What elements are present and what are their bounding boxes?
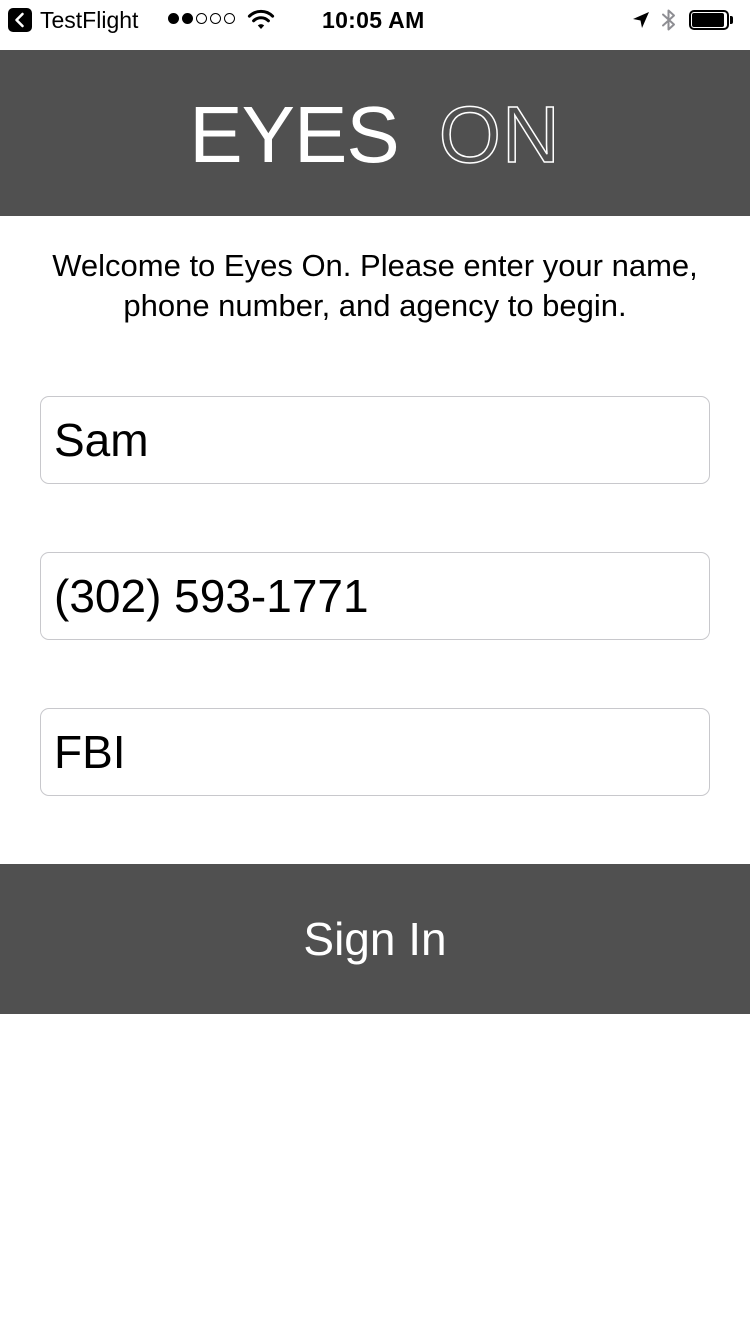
battery-icon xyxy=(689,10,735,30)
welcome-line-2: phone number, and agency to begin. xyxy=(123,288,627,323)
welcome-line-1: Welcome to Eyes On. Please enter your na… xyxy=(52,248,698,283)
location-arrow-icon xyxy=(631,10,651,35)
agency-field[interactable] xyxy=(40,708,710,796)
logo-word-eyes: EYES xyxy=(189,90,399,179)
bluetooth-icon xyxy=(660,7,678,38)
back-to-app-label[interactable]: TestFlight xyxy=(40,5,138,35)
back-arrow-icon[interactable] xyxy=(8,8,32,32)
status-bar: TestFlight 10:05 AM xyxy=(0,0,750,40)
phone-number-field[interactable] xyxy=(40,552,710,640)
name-field[interactable] xyxy=(40,396,710,484)
logo-word-on: ON xyxy=(438,89,561,180)
status-time: 10:05 AM xyxy=(322,7,425,33)
app-header: EYES ON xyxy=(0,50,750,216)
app-logo: EYES ON xyxy=(189,89,561,180)
welcome-message: Welcome to Eyes On. Please enter your na… xyxy=(0,246,750,326)
wifi-icon xyxy=(247,9,275,36)
sign-in-button[interactable]: Sign In xyxy=(0,864,750,1014)
battery-level-fill xyxy=(692,13,724,27)
cellular-signal-icon xyxy=(168,13,235,27)
